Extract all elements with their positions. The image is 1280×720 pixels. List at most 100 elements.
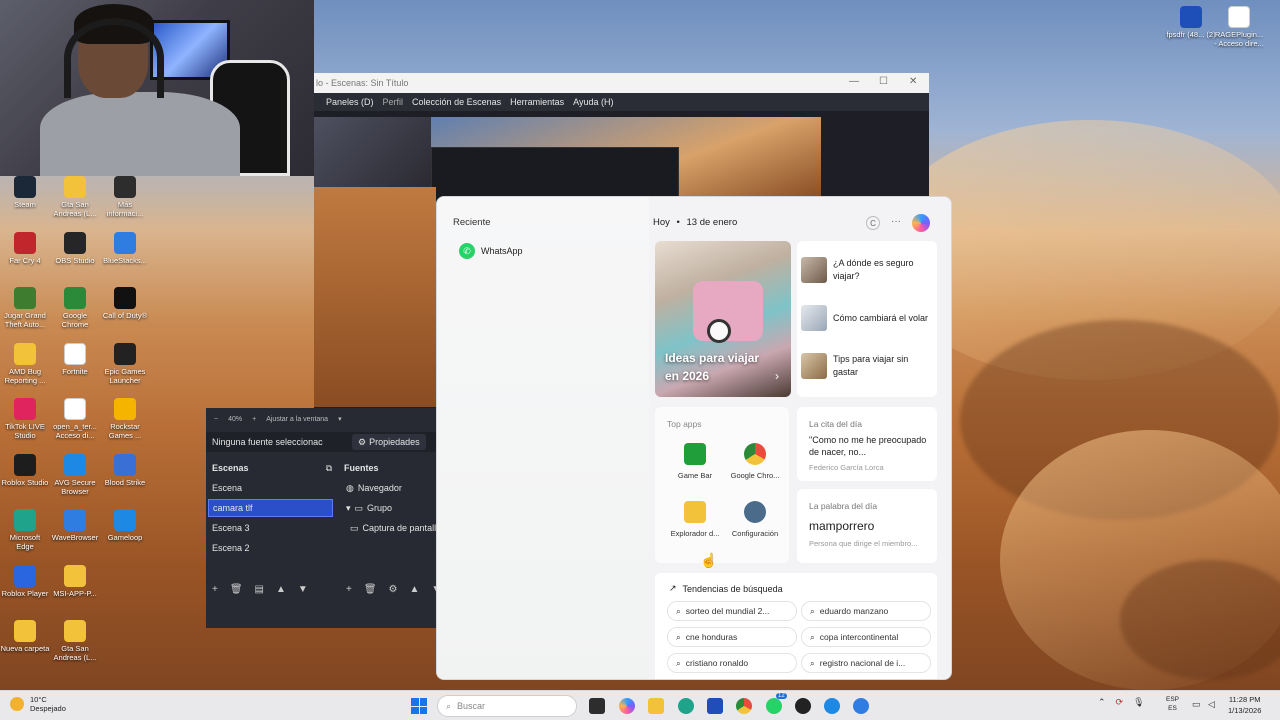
network-icon[interactable]: ▭ bbox=[1192, 699, 1201, 710]
edge-icon[interactable] bbox=[678, 698, 694, 714]
desktop-icon-label: Rockstar Games ... bbox=[108, 422, 142, 440]
desktop-icon[interactable]: TikTok LIVE Studio bbox=[0, 398, 50, 440]
desktop-icon[interactable]: Far Cry 4 bbox=[0, 231, 50, 265]
maximize-icon[interactable]: ☐ bbox=[879, 76, 888, 87]
desktop-icon[interactable]: Google Chrome bbox=[50, 287, 100, 329]
top-app-file-explorer[interactable]: Explorador d... bbox=[665, 501, 725, 538]
taskbar-search-box[interactable]: ⌕ Buscar bbox=[437, 695, 577, 717]
menu-tools[interactable]: Herramientas bbox=[510, 97, 564, 107]
top-app-settings[interactable]: Configuración bbox=[725, 501, 785, 538]
desktop-icon-rageplugin[interactable]: RAGEPlugin... - Acceso dire... bbox=[1214, 6, 1264, 48]
copilot-icon[interactable] bbox=[912, 214, 930, 232]
source-item[interactable]: ▭ Captura de pantall bbox=[346, 519, 446, 537]
desktop-icon[interactable]: Roblox Player bbox=[0, 564, 50, 598]
zoom-in-button[interactable]: + bbox=[252, 416, 256, 423]
desktop-icon[interactable]: Fortnite bbox=[50, 342, 100, 376]
top-app-game-bar[interactable]: Game Bar bbox=[665, 443, 725, 480]
desktop-icon[interactable]: BlueStacks... bbox=[100, 231, 150, 265]
copilot-icon[interactable] bbox=[619, 698, 635, 714]
clock[interactable]: 11:28 PM 1/13/2026 bbox=[1228, 694, 1261, 716]
trend-chip[interactable]: ⌕ registro nacional de i... bbox=[801, 653, 931, 673]
trash-icon[interactable]: 🗑 bbox=[230, 584, 243, 598]
desktop-icon[interactable]: Nueva carpeta bbox=[0, 620, 50, 653]
source-item[interactable]: ◍ Navegador bbox=[342, 479, 442, 497]
microphone-icon[interactable]: 🎙 bbox=[1133, 697, 1144, 708]
chevron-down-icon[interactable]: ▾ bbox=[346, 503, 351, 514]
scene-item[interactable]: Escena bbox=[208, 479, 333, 497]
top-app-google-chrome[interactable]: Google Chro... bbox=[725, 443, 785, 480]
menu-profile[interactable]: Perfil bbox=[383, 97, 404, 107]
word-card[interactable]: La palabra del día mamporrero Persona qu… bbox=[797, 489, 937, 563]
trend-chip[interactable]: ⌕ sorteo del mundial 2... bbox=[667, 601, 797, 621]
menu-panels[interactable]: Paneles (D) bbox=[326, 97, 374, 107]
source-item[interactable]: ▾ ▭ Grupo bbox=[342, 499, 442, 517]
desktop-icon[interactable]: AVG Secure Browser bbox=[50, 453, 100, 496]
desktop-icon[interactable]: Gta San Andreas (L... bbox=[50, 620, 100, 662]
close-icon[interactable]: ✕ bbox=[909, 76, 917, 87]
desktop-icon[interactable]: Gta San Andreas (L... bbox=[50, 176, 100, 218]
desktop-icon-fpsdfr[interactable]: fpsdfr (48... (2) bbox=[1166, 6, 1216, 39]
desktop-icon[interactable]: Microsoft Edge bbox=[0, 509, 50, 551]
app-icon[interactable] bbox=[824, 698, 840, 714]
desktop-icon[interactable]: Gameloop bbox=[100, 509, 150, 542]
trash-icon[interactable]: 🗑 bbox=[364, 584, 377, 598]
desktop-icon[interactable]: Call of Duty® bbox=[100, 287, 150, 320]
desktop-icon[interactable]: MSI-APP-P... bbox=[50, 564, 100, 598]
undock-icon[interactable]: ⧉ bbox=[326, 463, 332, 474]
file-explorer-icon[interactable] bbox=[648, 698, 664, 714]
menu-scene-collection[interactable]: Colección de Escenas bbox=[412, 97, 501, 107]
desktop-icon[interactable]: open_a_ter... Acceso di... bbox=[50, 398, 100, 440]
task-view-icon[interactable] bbox=[589, 698, 605, 714]
zoom-out-button[interactable]: − bbox=[214, 416, 218, 423]
trend-chip[interactable]: ⌕ eduardo manzano bbox=[801, 601, 931, 621]
more-options-icon[interactable]: ··· bbox=[891, 216, 901, 227]
arrow-up-icon[interactable]: ▲ bbox=[276, 584, 286, 598]
desktop-icon[interactable]: Blood Strike bbox=[100, 453, 150, 487]
windows-start-button[interactable] bbox=[411, 698, 427, 714]
desktop-icon[interactable]: OBS Studio bbox=[50, 231, 100, 265]
quote-card[interactable]: La cita del día "Como no me he preocupad… bbox=[797, 407, 937, 481]
desktop-icon[interactable]: Roblox Studio bbox=[0, 453, 50, 487]
weather-widget[interactable]: 10°C Despejado bbox=[10, 695, 66, 713]
wavebrowser-icon[interactable] bbox=[853, 698, 869, 714]
desktop-icon[interactable]: Rockstar Games ... bbox=[100, 398, 150, 440]
filter-icon[interactable]: ▤ bbox=[255, 584, 264, 598]
minimize-icon[interactable]: — bbox=[849, 76, 859, 87]
trend-chip[interactable]: ⌕ cne honduras bbox=[667, 627, 797, 647]
gear-icon[interactable]: ⚙ bbox=[389, 584, 398, 598]
chevron-up-icon[interactable]: ⌃ bbox=[1098, 697, 1106, 708]
chevron-down-icon[interactable]: ▾ bbox=[338, 415, 342, 423]
desktop-icon[interactable]: Más informaci... bbox=[100, 176, 150, 218]
fit-window-button[interactable]: Ajustar a la ventana bbox=[266, 416, 328, 423]
trend-chip[interactable]: ⌕ cristiano ronaldo bbox=[667, 653, 797, 673]
hero-card[interactable]: Ideas para viajar en 2026 › bbox=[655, 241, 791, 397]
whatsapp-icon[interactable] bbox=[766, 698, 782, 714]
desktop-icon[interactable]: Epic Games Launcher bbox=[100, 342, 150, 385]
news-item[interactable]: ¿A dónde es seguro viajar? bbox=[801, 257, 933, 283]
volume-icon[interactable]: ◁ bbox=[1208, 699, 1215, 710]
add-icon[interactable]: + bbox=[346, 584, 352, 598]
arrow-up-icon[interactable]: ▲ bbox=[410, 584, 420, 598]
tray-app-icon[interactable]: ⟳ bbox=[1116, 697, 1124, 708]
desktop-icon[interactable]: WaveBrowser bbox=[50, 509, 100, 542]
trend-chip[interactable]: ⌕ copa intercontinental bbox=[801, 627, 931, 647]
language-indicator[interactable]: ESP ES bbox=[1166, 695, 1179, 713]
chevron-right-icon[interactable]: › bbox=[775, 369, 779, 383]
arrow-down-icon[interactable]: ▼ bbox=[298, 584, 308, 598]
news-item[interactable]: Tips para viajar sin gastar bbox=[801, 353, 933, 379]
store-icon[interactable] bbox=[707, 698, 723, 714]
desktop-icon[interactable]: Steam bbox=[0, 176, 50, 209]
obs-icon[interactable] bbox=[795, 698, 811, 714]
chrome-icon[interactable] bbox=[736, 698, 752, 714]
recent-item-whatsapp[interactable]: ✆ WhatsApp bbox=[459, 243, 523, 259]
properties-button[interactable]: ⚙ Propiedades bbox=[352, 434, 426, 450]
desktop-icon[interactable]: Jugar Grand Theft Auto... bbox=[0, 287, 50, 329]
add-icon[interactable]: + bbox=[212, 584, 218, 598]
user-avatar[interactable]: C bbox=[866, 216, 880, 230]
desktop-icon[interactable]: AMD Bug Reporting ... bbox=[0, 342, 50, 385]
news-item[interactable]: Cómo cambiará el volar bbox=[801, 305, 933, 331]
scene-item[interactable]: Escena 2 bbox=[208, 539, 333, 557]
scene-item-selected[interactable]: camara tlf bbox=[208, 499, 333, 517]
scene-item[interactable]: Escena 3 bbox=[208, 519, 333, 537]
menu-help[interactable]: Ayuda (H) bbox=[573, 97, 613, 107]
